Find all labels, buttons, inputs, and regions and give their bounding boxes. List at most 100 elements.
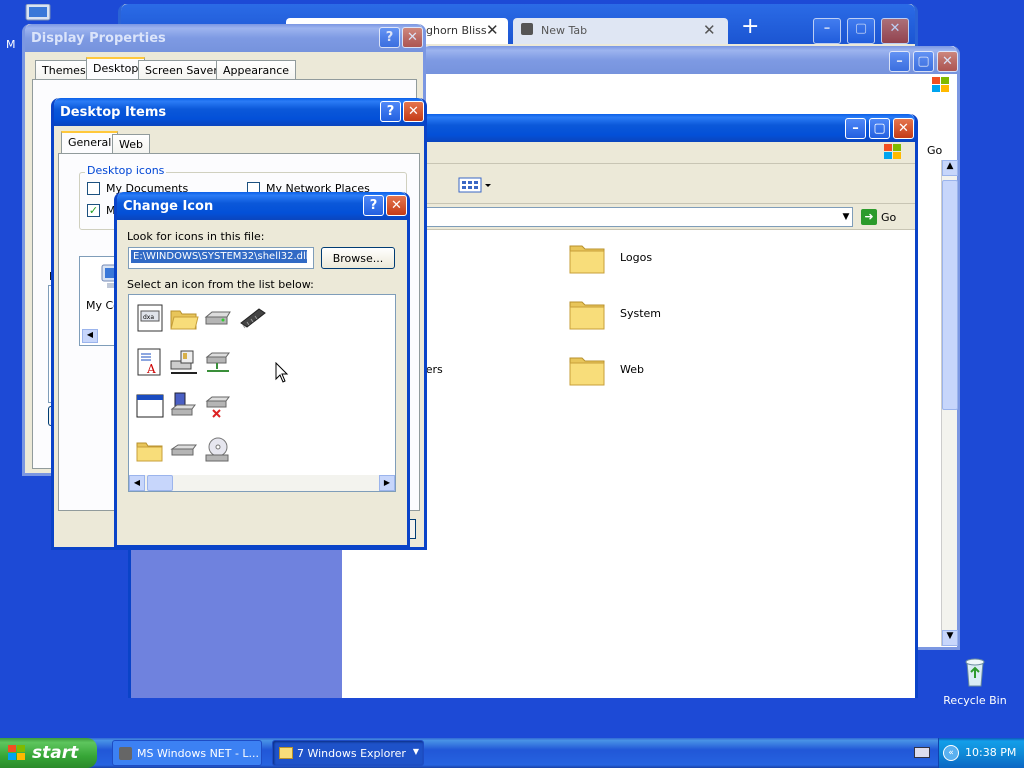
views-icon bbox=[458, 177, 491, 193]
icon-list[interactable]: dxa A ◀ ▶ bbox=[128, 294, 396, 492]
go-label: Go bbox=[881, 210, 897, 224]
maximize-button[interactable]: ▢ bbox=[913, 51, 934, 72]
checkbox-box[interactable] bbox=[87, 182, 100, 195]
icon-option-document[interactable]: dxa bbox=[135, 303, 165, 333]
scroll-thumb[interactable] bbox=[942, 180, 958, 410]
maximize-button[interactable]: ▢ bbox=[869, 118, 890, 139]
taskbar: start MS Windows NET - L... 7 Windows Ex… bbox=[0, 738, 1024, 768]
tab-web[interactable]: Web bbox=[112, 134, 150, 154]
icon-option-font-document[interactable]: A bbox=[135, 347, 165, 377]
go-icon[interactable] bbox=[909, 146, 919, 160]
change-icon-dialog: Change Icon ? ✕ Look for icons in this f… bbox=[114, 192, 410, 548]
scroll-left-button[interactable]: ◀ bbox=[82, 329, 98, 343]
folder-item-web[interactable]: Web bbox=[568, 350, 688, 390]
browser-tab-label: ghorn Bliss bbox=[426, 24, 487, 37]
look-for-label: Look for icons in this file: bbox=[127, 230, 265, 243]
scroll-left-button[interactable]: ◀ bbox=[129, 475, 145, 491]
scrollbar-horizontal[interactable]: ◀ ▶ bbox=[129, 475, 395, 491]
printer-network-icon bbox=[170, 350, 197, 374]
folder-name: Logos bbox=[620, 251, 653, 264]
new-tab-button[interactable]: + bbox=[741, 14, 759, 39]
folder-item-logos[interactable]: Logos bbox=[568, 238, 688, 278]
icon-option-cd-drive[interactable] bbox=[203, 435, 233, 465]
views-button[interactable] bbox=[457, 174, 493, 196]
checkbox-my-computer[interactable]: ✓ M bbox=[87, 204, 116, 217]
icon-option-floppy-network[interactable] bbox=[169, 391, 199, 421]
icon-option-window[interactable] bbox=[135, 391, 165, 421]
scroll-right-button[interactable]: ▶ bbox=[379, 475, 395, 491]
file-path-input[interactable]: E:\WINDOWS\SYSTEM32\shell32.dll bbox=[128, 247, 314, 269]
clock[interactable]: 10:38 PM bbox=[965, 746, 1016, 759]
icon-option-network-drive[interactable] bbox=[169, 347, 199, 377]
group-dropdown-icon[interactable]: ▼ bbox=[413, 747, 419, 756]
browse-button[interactable]: Browse... bbox=[321, 247, 395, 269]
scroll-down-button[interactable]: ▼ bbox=[942, 630, 958, 646]
tab-label: Web bbox=[119, 138, 143, 151]
floppy-drive-icon bbox=[170, 392, 196, 416]
browser-icon bbox=[119, 747, 132, 760]
tab-appearance[interactable]: Appearance bbox=[216, 60, 297, 80]
icon-option-folder-closed[interactable] bbox=[135, 435, 165, 465]
close-button[interactable]: ✕ bbox=[402, 27, 423, 48]
folder-icon bbox=[569, 357, 605, 386]
taskbar-item-explorer[interactable]: 7 Windows Explorer ▼ bbox=[272, 740, 424, 766]
window-title: Display Properties bbox=[31, 30, 166, 46]
go-button[interactable]: ➜ Go bbox=[861, 207, 905, 227]
scroll-up-button[interactable]: ▲ bbox=[942, 160, 958, 176]
window-title: Change Icon bbox=[123, 198, 214, 214]
title-bar: Display Properties bbox=[25, 24, 423, 52]
windows-logo-icon bbox=[8, 745, 26, 761]
help-button[interactable]: ? bbox=[363, 195, 384, 216]
help-button[interactable]: ? bbox=[379, 27, 400, 48]
tab-screen-saver[interactable]: Screen Saver bbox=[138, 60, 225, 80]
mouse-cursor-icon bbox=[275, 362, 289, 384]
system-tray: « 10:38 PM bbox=[938, 738, 1024, 768]
svg-text:dxa: dxa bbox=[143, 314, 154, 321]
tab-label: Screen Saver bbox=[145, 64, 218, 77]
taskbar-item-label: 7 Windows Explorer bbox=[297, 746, 406, 760]
icon-option-removable-drive[interactable] bbox=[169, 435, 199, 465]
minimize-button[interactable]: – bbox=[845, 118, 866, 139]
hard-drive-icon bbox=[204, 311, 231, 325]
network-drive-icon bbox=[205, 352, 230, 372]
scrollbar-vertical[interactable]: ▲ ▼ bbox=[941, 160, 958, 646]
folder-icon bbox=[279, 747, 293, 759]
show-hidden-icons-button[interactable]: « bbox=[943, 745, 959, 761]
tab-desktop[interactable]: Desktop bbox=[86, 57, 146, 79]
address-dropdown-button[interactable]: ▼ bbox=[839, 208, 853, 226]
tab-themes[interactable]: Themes bbox=[35, 60, 93, 80]
icon-option-disconnected-drive[interactable] bbox=[203, 391, 233, 421]
disconnected-drive-icon bbox=[205, 396, 230, 418]
folder-name: System bbox=[620, 307, 662, 320]
desktop-icon-recycle-bin[interactable]: Recycle Bin bbox=[942, 656, 1008, 712]
tab-label: Appearance bbox=[223, 64, 290, 77]
tab-general[interactable]: General bbox=[61, 131, 119, 153]
close-icon[interactable]: ✕ bbox=[486, 21, 499, 39]
close-button[interactable]: ✕ bbox=[937, 51, 958, 72]
scroll-thumb[interactable] bbox=[147, 475, 173, 491]
close-icon[interactable]: ✕ bbox=[703, 21, 716, 39]
text-document-icon: dxa bbox=[137, 304, 163, 332]
go-label-top[interactable]: Go bbox=[927, 144, 942, 157]
icon-option-folder[interactable] bbox=[169, 303, 199, 333]
close-button[interactable]: ✕ bbox=[386, 195, 407, 216]
folder-icon bbox=[136, 442, 163, 462]
help-button[interactable]: ? bbox=[380, 101, 401, 122]
close-button[interactable]: ✕ bbox=[403, 101, 424, 122]
icon-option-chip[interactable] bbox=[237, 303, 267, 333]
desktop-icon-my-computer[interactable] bbox=[22, 4, 56, 26]
taskbar-item-browser[interactable]: MS Windows NET - L... bbox=[112, 740, 262, 766]
start-button[interactable]: start bbox=[0, 738, 97, 768]
close-button[interactable]: ✕ bbox=[893, 118, 914, 139]
icon-option-drive[interactable] bbox=[203, 303, 233, 333]
checkbox-box[interactable]: ✓ bbox=[87, 204, 100, 217]
minimize-button[interactable]: – bbox=[889, 51, 910, 72]
close-button[interactable]: ✕ bbox=[881, 18, 909, 44]
window-title: Desktop Items bbox=[60, 104, 167, 120]
minimize-button[interactable]: – bbox=[813, 18, 841, 44]
maximize-button[interactable]: ▢ bbox=[847, 18, 875, 44]
folder-item-system[interactable]: System bbox=[568, 294, 688, 334]
browser-tab-new[interactable]: New Tab ✕ bbox=[513, 18, 728, 44]
icon-option-network-share[interactable] bbox=[203, 347, 233, 377]
keyboard-icon[interactable] bbox=[914, 747, 930, 758]
